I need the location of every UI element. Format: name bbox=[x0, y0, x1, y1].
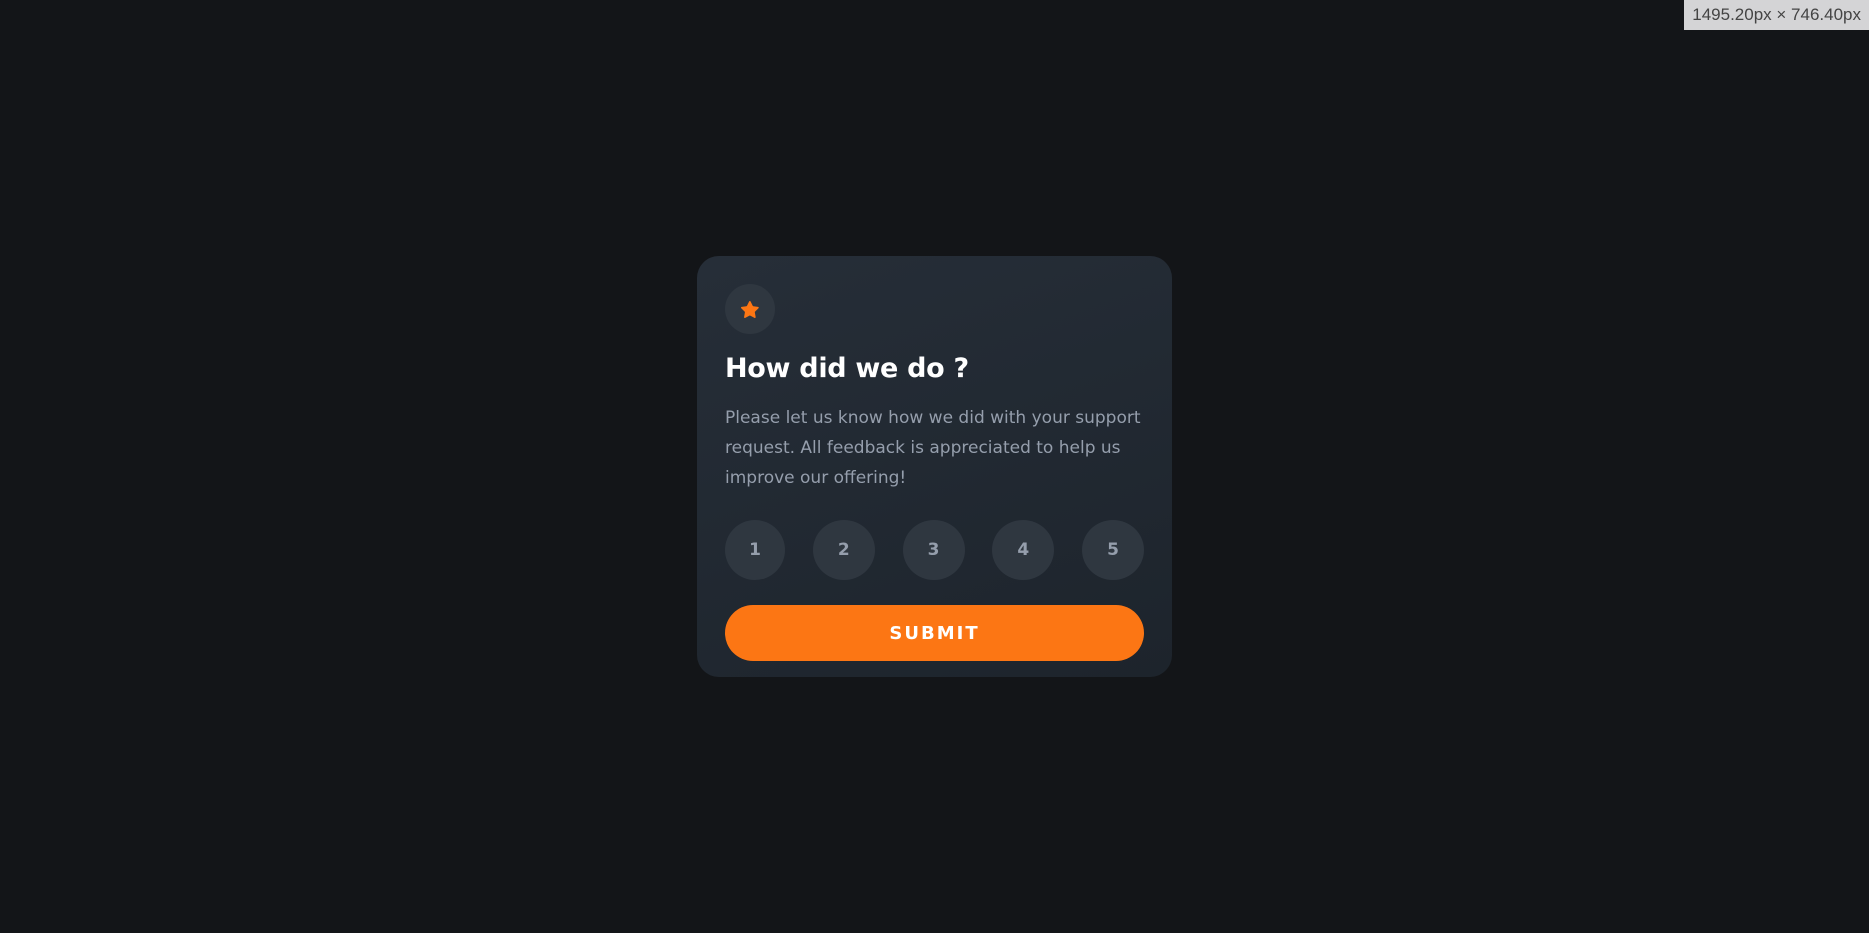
rating-card: How did we do ? Please let us know how w… bbox=[697, 256, 1172, 677]
star-icon bbox=[741, 300, 759, 318]
rating-button-4[interactable]: 4 bbox=[992, 520, 1055, 580]
rating-button-1[interactable]: 1 bbox=[725, 520, 785, 580]
rating-options: 1 2 3 4 5 bbox=[725, 520, 1144, 580]
card-description: Please let us know how we did with your … bbox=[725, 408, 1141, 488]
rating-button-2[interactable]: 2 bbox=[812, 520, 875, 580]
dimensions-badge: 1495.20px × 746.40px bbox=[1684, 0, 1869, 30]
submit-button[interactable]: SUBMIT bbox=[725, 605, 1144, 661]
rating-button-3[interactable]: 3 bbox=[902, 520, 965, 580]
page-viewport: 1495.20px × 746.40px How did we do ? Ple… bbox=[0, 0, 1869, 933]
star-icon-circle bbox=[725, 284, 775, 334]
card-title: How did we do ? bbox=[725, 353, 969, 384]
rating-button-5[interactable]: 5 bbox=[1082, 520, 1144, 580]
